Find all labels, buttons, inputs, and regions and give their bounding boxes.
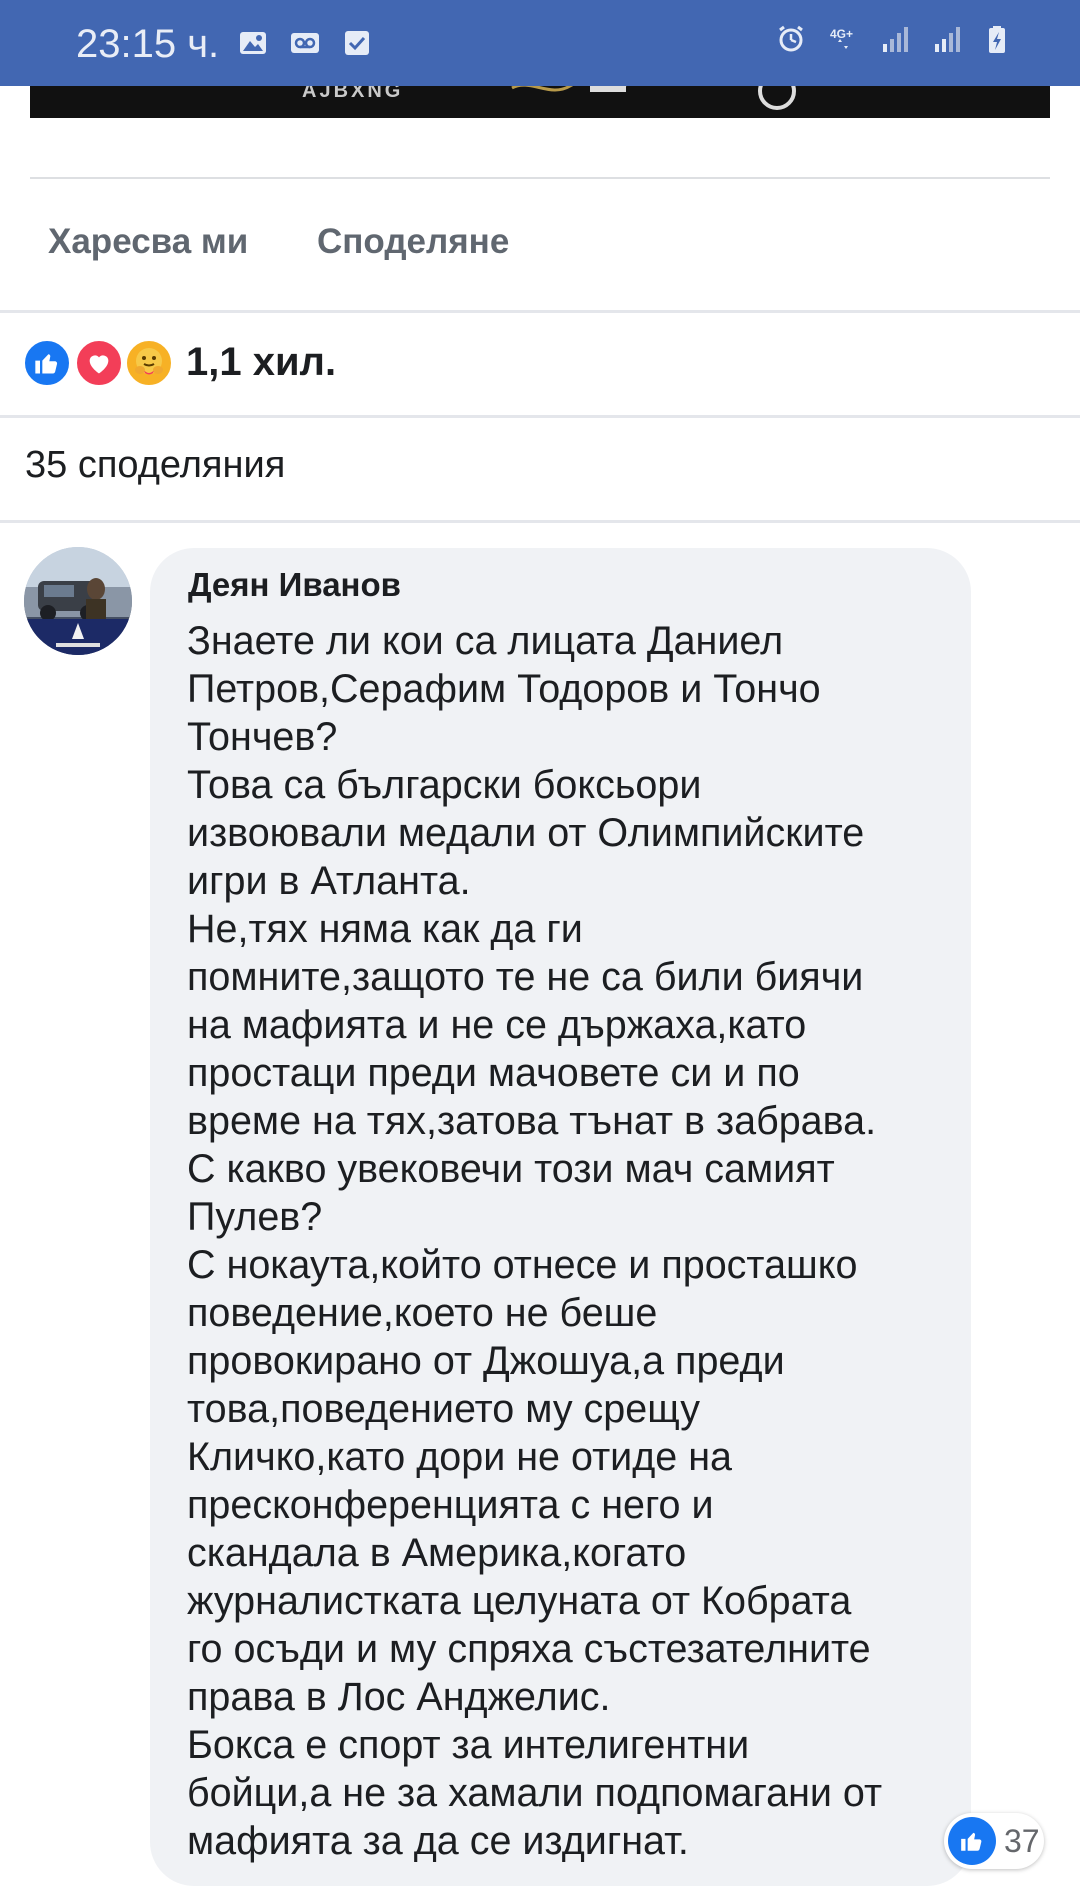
comment-line: простаци преди мачовете си и по	[187, 1051, 800, 1095]
comment-line: на мафията и не се държаха,като	[187, 1003, 807, 1047]
comment-line: Петров,Серафим Тодоров и Тончо	[187, 667, 821, 711]
shares-count[interactable]: 35 споделяния	[25, 444, 285, 487]
comment-line: Знаете ли кои са лицата Даниел	[187, 619, 784, 663]
like-icon	[22, 338, 72, 388]
network-label: 4G+	[830, 27, 853, 41]
comment-line: Това са български боксьори	[187, 763, 702, 807]
status-left-icons	[238, 28, 372, 58]
comment-line: Бокса е спорт за интелигентни	[187, 1723, 750, 1767]
battery-charging-icon	[989, 26, 1005, 53]
avatar[interactable]	[24, 547, 132, 655]
comment-line: пресконференцията с него и	[187, 1483, 714, 1527]
divider	[0, 310, 1080, 313]
comment-line: помните,защото те не са били биячи	[187, 955, 864, 999]
divider	[0, 520, 1080, 523]
comment-line: това,поведението му срещу	[187, 1387, 700, 1431]
comment-line: провокирано от Джошуа,а преди	[187, 1339, 785, 1383]
signal-icon	[935, 27, 960, 52]
like-button[interactable]: Харесва ми	[48, 222, 248, 262]
comment-text: Знаете ли кои са лицата Даниел Петров,Се…	[187, 617, 967, 1865]
comment-reaction-badge[interactable]: 37	[944, 1813, 1044, 1869]
comment-line: мафията за да се издигнат.	[187, 1819, 689, 1863]
comment-line: С нокаута,който отнесе и просташко	[187, 1243, 858, 1287]
comment-line: игри в Атланта.	[187, 859, 471, 903]
comment-line: Пулев?	[187, 1195, 323, 1239]
video-logo-text: AJBXNG	[302, 86, 404, 102]
comment-line: извоювали медали от Олимпийските	[187, 811, 865, 855]
comment-line: поведение,което не беше	[187, 1291, 658, 1335]
gallery-icon	[240, 32, 266, 54]
voicemail-icon	[291, 33, 319, 53]
status-bar: 23:15 ч. 4G+	[0, 0, 1080, 86]
share-button[interactable]: Споделяне	[317, 222, 509, 262]
comment-line: Кличко,като дори не отиде на	[187, 1435, 733, 1479]
comment-line: С какво увековечи този мач самият	[187, 1147, 835, 1191]
comment-line: време на тях,затова тънат в забрава.	[187, 1099, 877, 1143]
checkbox-icon	[345, 31, 369, 55]
care-icon	[124, 338, 174, 388]
alarm-icon	[779, 25, 803, 52]
comment-line: Не,тях няма как да ги	[187, 907, 583, 951]
comment-line: скандала в Америка,когато	[187, 1531, 687, 1575]
divider	[30, 177, 1050, 179]
video-logo-script	[510, 86, 630, 104]
comment-reaction-count: 37	[1004, 1822, 1040, 1859]
status-right-icons: 4G+	[776, 24, 1014, 54]
comment-line: бойци,а не за хамали подпомагани от	[187, 1771, 883, 1815]
comment-line: журналистката целуната от Кобрата	[187, 1579, 852, 1623]
love-icon	[74, 338, 124, 388]
video-thumbnail[interactable]: AJBXNG	[30, 86, 1050, 118]
status-time: 23:15 ч.	[76, 22, 220, 66]
comment-line: права в Лос Анджелис.	[187, 1675, 611, 1719]
comment-line: го осъди и му спряха състезателните	[187, 1627, 871, 1671]
like-icon	[948, 1817, 996, 1865]
video-logo-circle	[758, 86, 796, 110]
signal-icon	[883, 27, 908, 52]
comment-line: Тончев?	[187, 715, 338, 759]
reaction-count[interactable]: 1,1 хил.	[186, 340, 336, 385]
divider	[0, 415, 1080, 418]
comment-author[interactable]: Деян Иванов	[188, 566, 401, 604]
4g-plus-icon: 4G+	[830, 27, 853, 49]
